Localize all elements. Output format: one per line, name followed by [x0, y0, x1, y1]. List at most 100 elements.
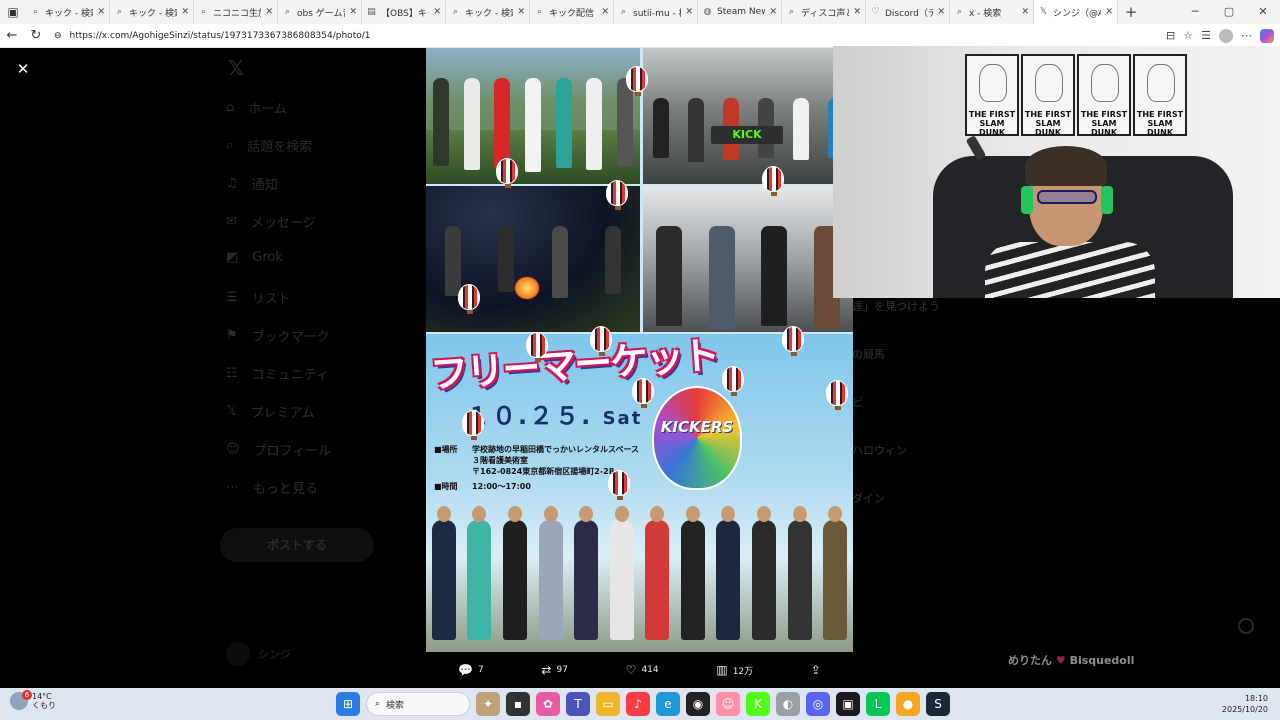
notification-badge: 6: [22, 690, 32, 700]
sidebar-item[interactable]: 𝕏 プレミアム: [226, 402, 315, 421]
right-panel-dimmed: 達」を見つけよう の競馬ビハロウィンダイン: [852, 298, 1152, 538]
copilot-app-icon[interactable]: ✿: [536, 692, 560, 716]
url-field[interactable]: ⊖ https://x.com/AgohigeSinzi/status/1973…: [54, 31, 370, 41]
discord-icon[interactable]: ◎: [806, 692, 830, 716]
line-icon[interactable]: L: [866, 692, 890, 716]
browser-tab[interactable]: ▤ 【OBS】キャプ ✕: [362, 0, 446, 24]
post-button[interactable]: ポストする: [220, 528, 374, 562]
sidebar-item[interactable]: ☰ リスト: [226, 288, 291, 307]
sidebar-item[interactable]: ☺ プロフィール: [226, 440, 331, 459]
views-button[interactable]: ▥ 12万: [716, 663, 753, 677]
music-icon[interactable]: ♪: [626, 692, 650, 716]
steam-icon[interactable]: S: [926, 692, 950, 716]
balloon-decoration: [462, 410, 484, 440]
close-tab-icon[interactable]: ✕: [181, 7, 189, 17]
maximize-icon[interactable]: ▢: [1212, 0, 1246, 24]
headphones: [1101, 186, 1113, 214]
site-info-icon[interactable]: ⊖: [54, 31, 62, 41]
browser-tab[interactable]: ⌕ キック - 検索 ✕: [446, 0, 530, 24]
weather-widget[interactable]: 6 14°C くもり: [10, 690, 56, 710]
close-window-icon[interactable]: ✕: [1246, 0, 1280, 24]
favorites-icon[interactable]: ☰: [1201, 29, 1211, 43]
sidebar-item[interactable]: ⋯ もっと見る: [226, 478, 318, 497]
refresh-icon[interactable]: ↻: [24, 28, 48, 43]
close-tab-icon[interactable]: ✕: [853, 7, 861, 17]
app-coin-icon[interactable]: ●: [896, 692, 920, 716]
trend-item[interactable]: 達」を見つけよう: [852, 298, 1152, 314]
url-text[interactable]: https://x.com/AgohigeSinzi/status/197317…: [70, 31, 371, 41]
system-clock[interactable]: 18:10 2025/10/20: [1222, 693, 1268, 715]
close-tab-icon[interactable]: ✕: [265, 7, 273, 17]
profile-avatar[interactable]: [1219, 28, 1233, 43]
obs-icon[interactable]: ◉: [686, 692, 710, 716]
tweet-photo[interactable]: KICK フリーマーケット １０.２５. Sat ■場所 学校跡地の早稲田橋でっ…: [426, 48, 853, 652]
trend-item[interactable]: ビ: [852, 394, 1152, 410]
task-view-icon[interactable]: ▪: [506, 692, 530, 716]
browser-tab[interactable]: ⌕ キック - 検索 ✕: [26, 0, 110, 24]
sidebar-item[interactable]: ◩ Grok: [226, 250, 283, 265]
browser-tab[interactable]: ♡ Discord（デ ✕: [866, 0, 950, 24]
tab-actions-menu-icon[interactable]: ▣: [0, 0, 26, 24]
sidebar-item[interactable]: ⚑ ブックマーク: [226, 326, 330, 345]
trend-item[interactable]: ハロウィン: [852, 442, 1152, 458]
browser-tab[interactable]: ⌕ ニコニコ生放送 ✕: [194, 0, 278, 24]
audio-app-icon[interactable]: ◐: [776, 692, 800, 716]
sidebar-item[interactable]: ♫ 通知: [226, 174, 278, 193]
browser-tab[interactable]: ⌕ obs ゲーム音 ✕: [278, 0, 362, 24]
split-screen-icon[interactable]: ⊟: [1166, 29, 1175, 43]
tab-label: ディスコ声とど: [801, 8, 849, 19]
x-logo-icon[interactable]: 𝕏: [228, 56, 244, 80]
start-icon[interactable]: ⊞: [336, 692, 360, 716]
edge-icon[interactable]: e: [656, 692, 680, 716]
trend-item[interactable]: の競馬: [852, 346, 1152, 362]
close-tab-icon[interactable]: ✕: [349, 7, 357, 17]
trend-item[interactable]: ダイン: [852, 490, 1152, 506]
more-menu-icon[interactable]: ⋯: [1241, 29, 1252, 43]
new-tab-button[interactable]: +: [1118, 3, 1144, 21]
close-tab-icon[interactable]: ✕: [601, 7, 609, 17]
glasses: [1037, 190, 1097, 204]
share-button[interactable]: ⇪: [811, 663, 821, 677]
widget-icon[interactable]: ✦: [476, 692, 500, 716]
close-tab-icon[interactable]: ✕: [517, 7, 525, 17]
close-tab-icon[interactable]: ✕: [937, 7, 945, 17]
slam-dunk-poster: THE FIRST SLAM DUNK: [1077, 54, 1131, 137]
search-icon: ⌕: [788, 7, 795, 17]
minimize-icon[interactable]: ─: [1178, 0, 1212, 24]
browser-tab[interactable]: 𝕏 シンジ（@Ag ✕: [1034, 0, 1118, 24]
browser-tab[interactable]: ⌕ sutii-mu - 検 ✕: [614, 0, 698, 24]
taskbar-search[interactable]: ⌕ 検索: [366, 692, 470, 716]
close-tab-icon[interactable]: ✕: [97, 7, 105, 17]
copilot-icon[interactable]: [1260, 28, 1274, 43]
app-icon[interactable]: ☺: [716, 692, 740, 716]
back-icon[interactable]: ←: [0, 28, 24, 43]
reply-button[interactable]: 💬 7: [458, 663, 484, 677]
sidebar-item[interactable]: ☷ コミュニティ: [226, 364, 329, 383]
bell-icon: ♫: [226, 176, 238, 191]
repost-button[interactable]: ⇄ 97: [541, 663, 568, 677]
sidebar-item[interactable]: ⌕ 話題を検索: [226, 136, 312, 155]
nicovideo-icon[interactable]: ▣: [836, 692, 860, 716]
mail-icon: ✉: [226, 214, 237, 229]
close-tab-icon[interactable]: ✕: [433, 7, 441, 17]
browser-tab[interactable]: ⌕ x - 検索 ✕: [950, 0, 1034, 24]
close-viewer-button[interactable]: ✕: [12, 58, 34, 80]
browser-tab[interactable]: ⌕ キック配信 - ✕: [530, 0, 614, 24]
teams-icon[interactable]: T: [566, 692, 590, 716]
close-tab-icon[interactable]: ✕: [769, 7, 777, 17]
favorite-star-icon[interactable]: ☆: [1183, 29, 1193, 43]
close-tab-icon[interactable]: ✕: [685, 7, 693, 17]
kick-app-icon[interactable]: K: [746, 692, 770, 716]
sidebar-item[interactable]: ⌂ ホーム: [226, 98, 287, 117]
account-switcher[interactable]: シンジ: [226, 642, 291, 666]
balloon-decoration: [782, 326, 804, 356]
browser-tab[interactable]: ⌕ キック - 検索 ✕: [110, 0, 194, 24]
browser-tab[interactable]: ◍ Steam News ✕: [698, 0, 782, 24]
close-tab-icon[interactable]: ✕: [1105, 7, 1113, 17]
browser-tab[interactable]: ⌕ ディスコ声とど ✕: [782, 0, 866, 24]
file-explorer-icon[interactable]: ▭: [596, 692, 620, 716]
close-tab-icon[interactable]: ✕: [1021, 7, 1029, 17]
settings-icon[interactable]: [1238, 618, 1254, 634]
like-button[interactable]: ♡ 414: [626, 663, 659, 677]
sidebar-item[interactable]: ✉ メッセージ: [226, 212, 316, 231]
